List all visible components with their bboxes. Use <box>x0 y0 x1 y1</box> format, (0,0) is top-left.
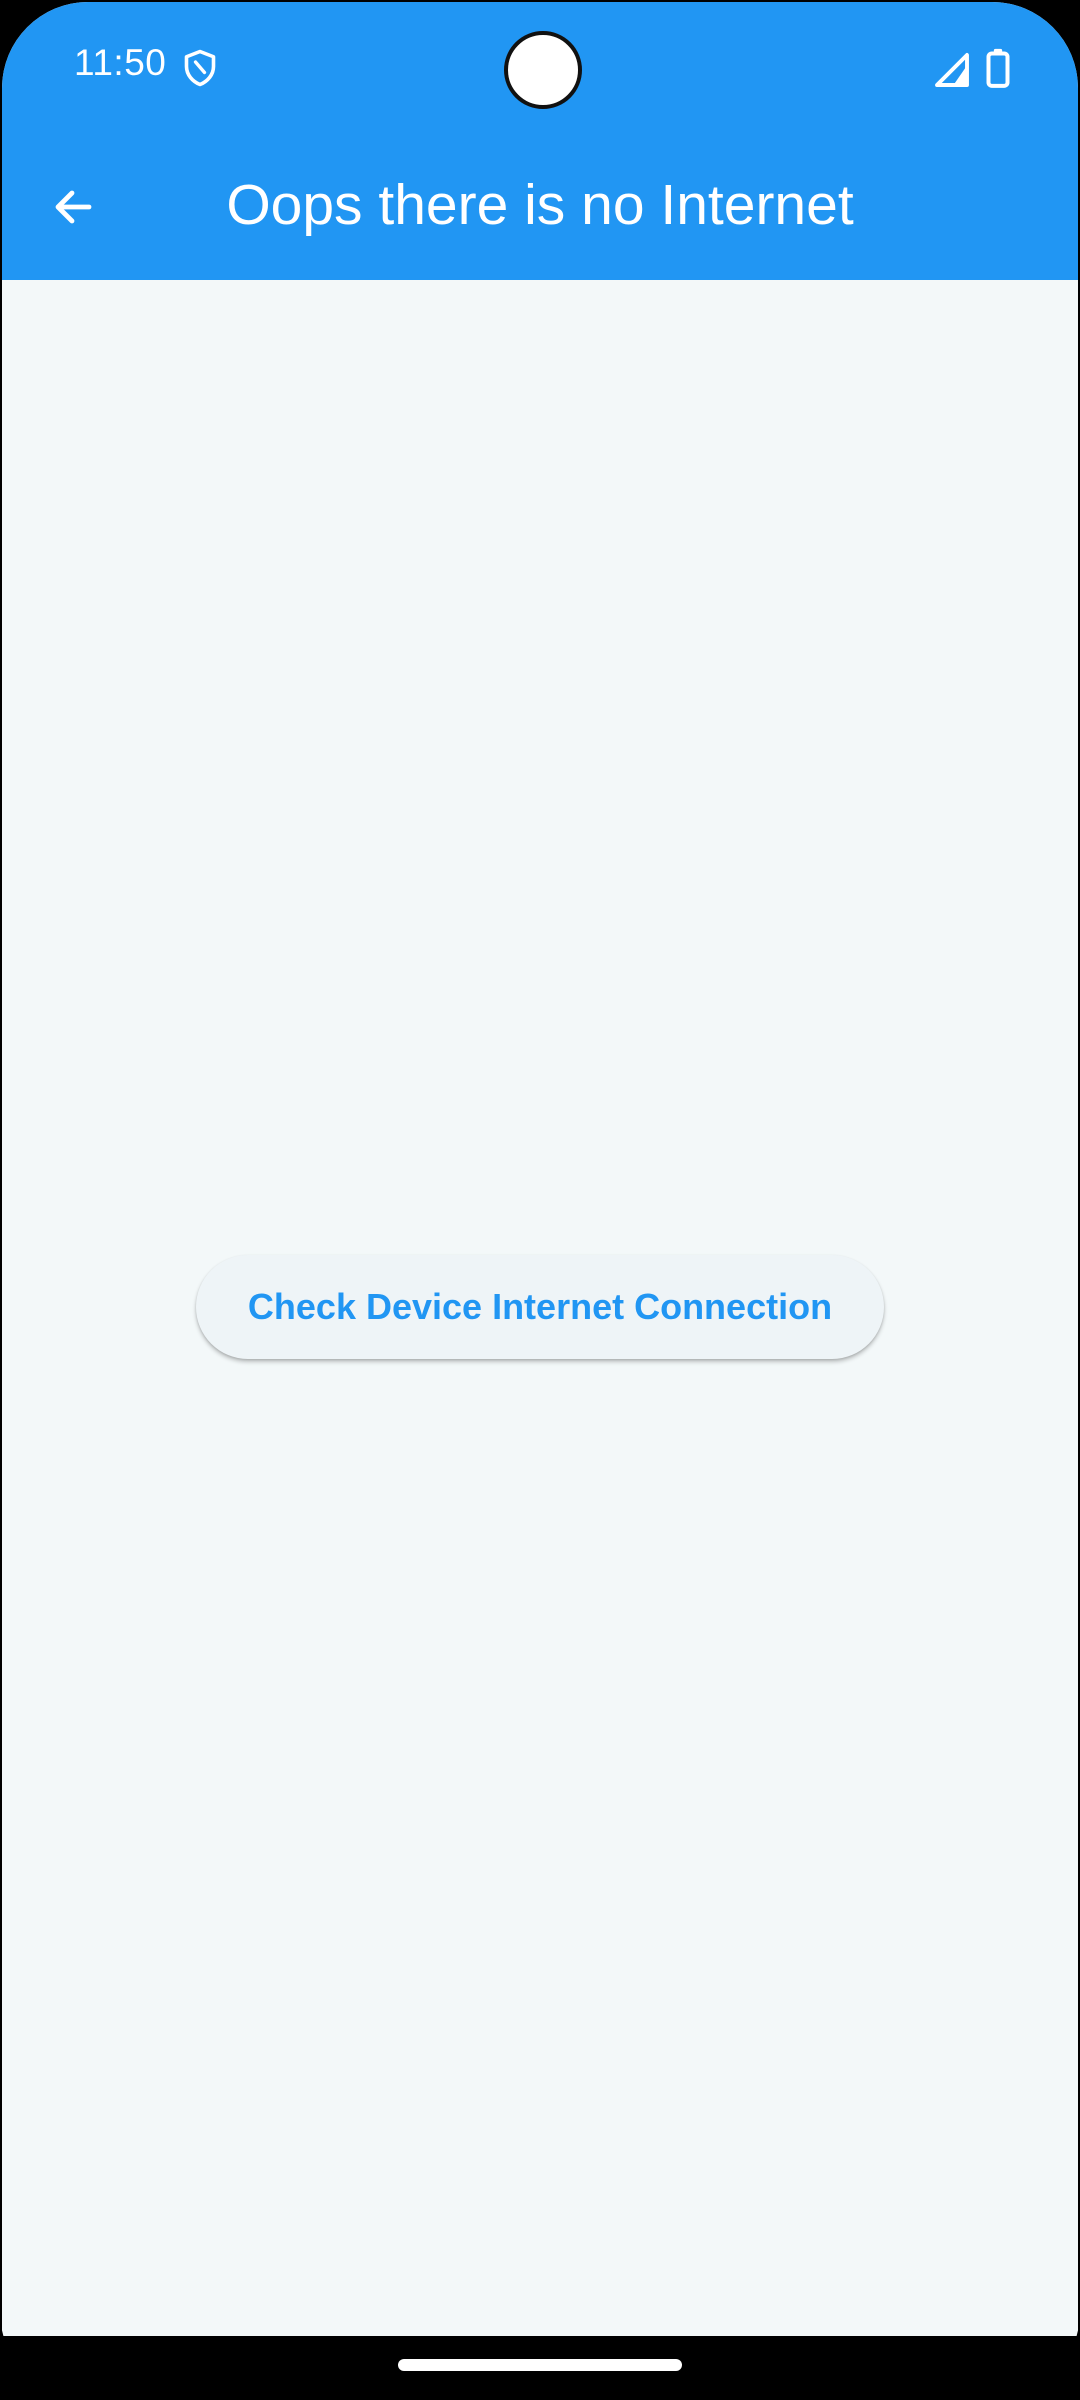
status-time: 11:50 <box>74 42 167 83</box>
check-connection-button[interactable]: Check Device Internet Connection <box>196 1255 884 1359</box>
page-title: Oops there is no Internet <box>226 173 854 237</box>
device-frame: 11:50 Oops there is no Internet Check De… <box>0 0 1080 2400</box>
screen: 11:50 Oops there is no Internet Check De… <box>2 2 1078 2336</box>
status-bar: 11:50 <box>2 2 1078 134</box>
home-indicator[interactable] <box>398 2359 682 2371</box>
shield-icon <box>184 49 216 87</box>
app-bar: Oops there is no Internet <box>2 134 1078 280</box>
front-camera <box>504 31 582 109</box>
battery-icon <box>986 48 1010 88</box>
signal-icon <box>935 53 969 87</box>
check-connection-label: Check Device Internet Connection <box>247 1286 833 1327</box>
